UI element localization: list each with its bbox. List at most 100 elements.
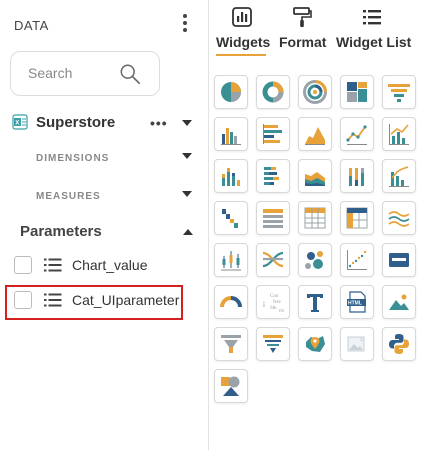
filter-funnel-icon	[221, 335, 241, 353]
parameter-list-icon	[44, 258, 62, 272]
pie-chart-icon	[221, 82, 241, 102]
image-landscape-icon	[389, 294, 409, 310]
text-t-icon	[307, 294, 323, 312]
multi-line-chart-widget[interactable]	[382, 201, 416, 235]
map-chart-widget[interactable]	[298, 327, 332, 361]
sankey-chart-widget[interactable]	[256, 243, 290, 277]
table-grid-widget[interactable]	[256, 201, 290, 235]
html-label: HTML	[348, 301, 362, 307]
percent-column-chart-widget[interactable]	[340, 159, 374, 193]
dimensions-section[interactable]: DIMENSIONS	[36, 153, 109, 164]
bar-chart-icon	[263, 124, 282, 144]
pareto-chart-icon	[389, 166, 409, 187]
parameters-title[interactable]: Parameters	[20, 223, 102, 240]
stacked-bar-chart-icon	[264, 167, 279, 185]
tab-format[interactable]: Format	[279, 6, 327, 50]
stacked-area-chart-icon	[305, 172, 325, 186]
treemap-chart-icon	[347, 82, 367, 102]
gauge-chart-widget[interactable]	[214, 285, 248, 319]
pivot-table-widget[interactable]	[298, 201, 332, 235]
text-widget[interactable]	[298, 285, 332, 319]
svg-text:X: X	[15, 121, 19, 127]
shapes-icon	[221, 376, 240, 396]
paint-roller-icon	[293, 7, 312, 27]
datasource-more-icon[interactable]: •••	[150, 115, 168, 131]
dimensions-expand-icon[interactable]	[182, 153, 192, 159]
combo-chart-widget[interactable]	[382, 117, 416, 151]
funnel-chart-widget[interactable]	[382, 75, 416, 109]
tab-format-label: Format	[279, 34, 327, 50]
sunburst-chart-widget[interactable]	[298, 75, 332, 109]
map-pin-icon	[306, 336, 325, 352]
word-cloud-icon: Con fere Stk nce DS	[261, 294, 284, 313]
box-plot-icon	[221, 251, 241, 271]
funnel-chart-icon	[388, 84, 410, 102]
slicer-filter-icon	[263, 335, 283, 353]
datasource-row[interactable]: X Superstore •••	[12, 112, 200, 134]
tab-widgets[interactable]: Widgets	[216, 6, 271, 50]
python-widget[interactable]	[382, 327, 416, 361]
widget-panel: Widgets Format Widget List Con fere Stk …	[209, 0, 428, 450]
multi-line-chart-icon	[388, 211, 410, 227]
slicer-filter-widget[interactable]	[256, 327, 290, 361]
tab-widget-list-label: Widget List	[336, 34, 412, 50]
parameter-label: Chart_value	[72, 257, 148, 273]
parameter-checkbox[interactable]	[14, 256, 32, 274]
bubble-chart-widget[interactable]	[298, 243, 332, 277]
donut-chart-widget[interactable]	[256, 75, 290, 109]
html-widget[interactable]: HTML	[340, 285, 374, 319]
data-panel-menu-icon[interactable]	[178, 12, 192, 34]
stacked-column-chart-widget[interactable]	[214, 159, 248, 193]
parameters-collapse-icon[interactable]	[183, 229, 193, 235]
cross-tab-widget[interactable]	[340, 201, 374, 235]
image-widget[interactable]	[382, 285, 416, 319]
datasource-collapse-icon[interactable]	[182, 120, 192, 126]
tab-widgets-label: Widgets	[216, 34, 271, 50]
image-gallery-icon: $	[347, 336, 365, 352]
datasource-name: Superstore	[36, 114, 116, 131]
word-cloud-widget[interactable]: Con fere Stk nce DS	[256, 285, 290, 319]
measures-section[interactable]: MEASURES	[36, 191, 101, 202]
kpi-card-icon	[389, 253, 409, 267]
column-chart-widget[interactable]	[214, 117, 248, 151]
kpi-card-widget[interactable]	[382, 243, 416, 277]
filter-funnel-widget[interactable]	[214, 327, 248, 361]
highlight-box	[5, 285, 183, 320]
search-icon[interactable]	[119, 63, 141, 85]
line-chart-icon	[346, 125, 367, 145]
excel-datasource-icon: X	[12, 114, 28, 130]
percent-column-chart-icon	[349, 168, 364, 186]
word-cloud-word: Con	[270, 294, 279, 299]
table-grid-icon	[263, 209, 283, 228]
data-panel: DATA X Superstore ••• DIMENSIONS MEASURE…	[0, 0, 208, 450]
shapes-widget[interactable]	[214, 369, 248, 403]
stacked-bar-chart-widget[interactable]	[256, 159, 290, 193]
combo-chart-icon	[389, 124, 409, 145]
bar-chart-widget[interactable]	[256, 117, 290, 151]
pie-chart-widget[interactable]	[214, 75, 248, 109]
data-panel-title: DATA	[14, 18, 49, 33]
waterfall-chart-icon	[222, 209, 238, 228]
stacked-column-chart-icon	[222, 168, 240, 186]
line-chart-widget[interactable]	[340, 117, 374, 151]
tab-widget-list[interactable]: Widget List	[336, 6, 412, 50]
list-icon	[363, 10, 381, 25]
scatter-chart-icon	[347, 250, 367, 270]
sunburst-chart-icon	[303, 80, 327, 104]
box-plot-widget[interactable]	[214, 243, 248, 277]
search-input[interactable]	[28, 65, 113, 81]
cross-tab-icon	[346, 207, 368, 229]
stacked-area-chart-widget[interactable]	[298, 159, 332, 193]
parameter-item[interactable]: Chart_value	[14, 254, 184, 278]
area-chart-icon	[305, 127, 325, 145]
image-gallery-widget[interactable]: $	[340, 327, 374, 361]
measures-expand-icon[interactable]	[182, 191, 192, 197]
area-chart-widget[interactable]	[298, 117, 332, 151]
gauge-chart-icon	[220, 296, 242, 308]
treemap-chart-widget[interactable]	[340, 75, 374, 109]
pareto-chart-widget[interactable]	[382, 159, 416, 193]
search-box[interactable]	[10, 51, 160, 96]
word-cloud-word: DS	[279, 308, 284, 313]
scatter-chart-widget[interactable]	[340, 243, 374, 277]
waterfall-chart-widget[interactable]	[214, 201, 248, 235]
